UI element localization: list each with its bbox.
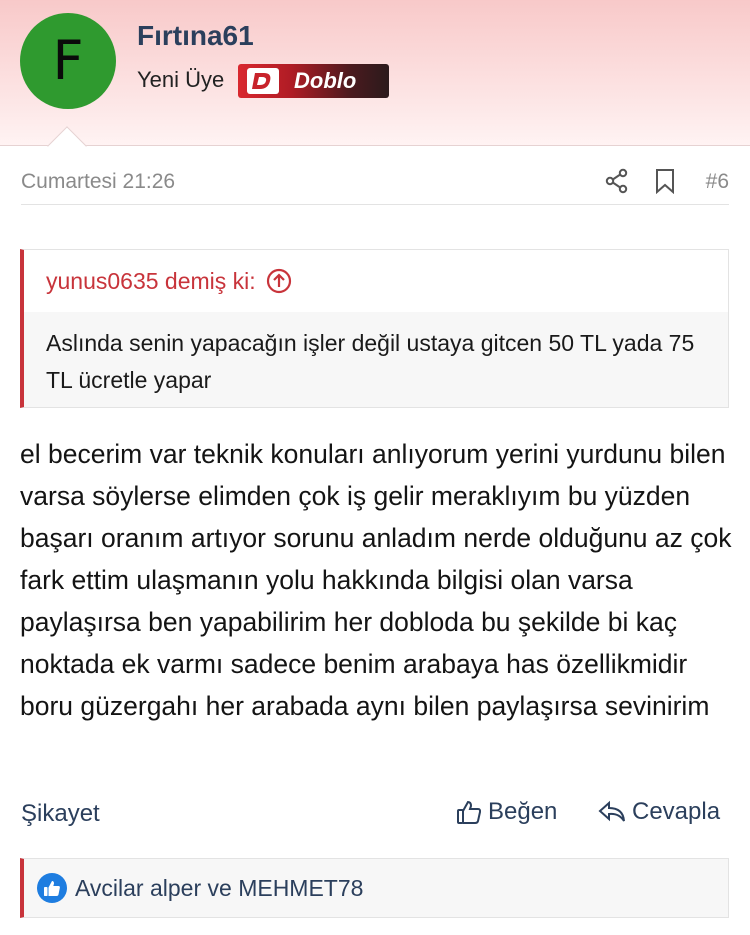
share-icon[interactable] (604, 168, 630, 194)
quote-block: yunus0635 demiş ki: Aslında senin yapaca… (20, 249, 729, 408)
doblo-logo-icon (246, 67, 280, 95)
user-header: F Fırtına61 Yeni Üye Doblo (0, 0, 750, 146)
report-link[interactable]: Şikayet (21, 800, 100, 828)
reply-button[interactable]: Cevapla (598, 798, 720, 826)
reply-arrow-icon (598, 800, 625, 822)
like-button[interactable]: Beğen (456, 798, 557, 826)
post-message: el becerim var teknik konuları anlıyorum… (20, 439, 732, 721)
like-label: Beğen (488, 798, 558, 825)
quote-header: yunus0635 demiş ki: (24, 250, 728, 312)
car-badge: Doblo (238, 64, 389, 98)
avatar[interactable]: F (20, 13, 116, 109)
badge-label: Doblo (294, 68, 357, 93)
user-title: Yeni Üye (137, 67, 225, 92)
post-meta: Cumartesi 21:26 #6 (21, 165, 729, 205)
arrow-up-circle-icon[interactable] (266, 268, 292, 294)
avatar-letter: F (52, 29, 84, 92)
reactions-bar[interactable]: Avcilar alper ve MEHMET78 (20, 858, 729, 918)
post-number[interactable]: #6 (706, 170, 729, 194)
quote-author[interactable]: yunus0635 demiş ki: (46, 268, 256, 295)
thumbs-up-icon (457, 800, 482, 824)
post-date[interactable]: Cumartesi 21:26 (21, 170, 175, 194)
reaction-users[interactable]: Avcilar alper ve MEHMET78 (75, 875, 363, 902)
quote-text: Aslında senin yapacağın işler değil usta… (46, 330, 695, 393)
post-actions: Şikayet Beğen Cevapla (21, 798, 729, 832)
username[interactable]: Fırtına61 (137, 20, 254, 52)
like-reaction-icon (37, 873, 67, 903)
reply-label: Cevapla (632, 798, 721, 825)
bookmark-icon[interactable] (653, 168, 677, 195)
